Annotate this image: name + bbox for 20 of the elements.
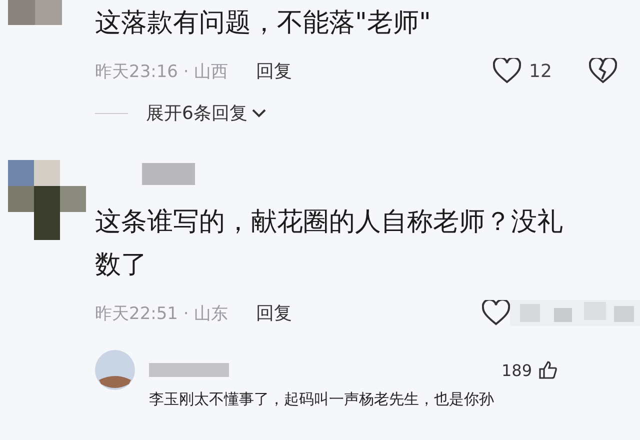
expand-replies-button[interactable]: 展开6条回复 [146, 101, 268, 125]
reply-button[interactable]: 回复 [256, 301, 292, 325]
reply-button[interactable]: 回复 [256, 59, 292, 83]
avatar-mosaic-icon [8, 160, 86, 240]
heart-icon[interactable] [493, 58, 521, 84]
heart-icon[interactable] [482, 300, 510, 326]
comment-text: 这条谁写的，献花圈的人自称老师？没礼数了 [95, 206, 564, 282]
broken-heart-icon[interactable] [589, 58, 617, 84]
like-count: 189 [501, 360, 532, 380]
comment-time: 昨天23:16 · 山西 [95, 60, 228, 82]
username-mosaic-icon [142, 163, 195, 185]
avatar-icon [95, 350, 135, 390]
chevron-down-icon [251, 108, 268, 118]
like-count: 12 [529, 60, 553, 82]
thumbs-up-icon[interactable] [538, 360, 558, 380]
comment-time: 昨天22:51 · 山东 [95, 302, 228, 324]
reply-text: 李玉刚太不懂事了，起码叫一声杨老先生，也是你孙 [149, 390, 495, 409]
username-mosaic-icon [149, 363, 229, 377]
comment-text: 这落款有问题，不能落"老师" [95, 7, 432, 40]
avatar-mosaic-icon [8, 0, 62, 25]
